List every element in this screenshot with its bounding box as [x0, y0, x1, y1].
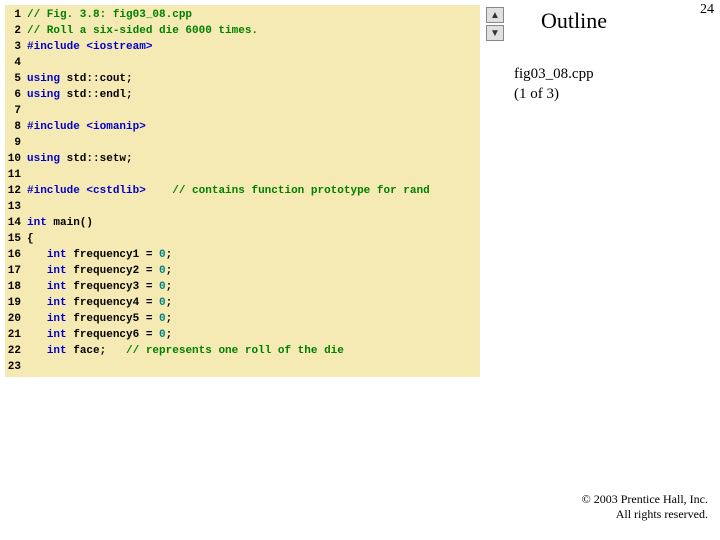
line-number: 16 — [5, 247, 27, 263]
line-number: 19 — [5, 295, 27, 311]
line-number: 6 — [5, 87, 27, 103]
code-line: 2// Roll a six-sided die 6000 times. — [5, 23, 480, 39]
copyright-line2: All rights reserved. — [616, 507, 708, 521]
code-line: 3#include <iostream> — [5, 39, 480, 55]
line-number: 14 — [5, 215, 27, 231]
code-line: 17 int frequency2 = 0; — [5, 263, 480, 279]
code-text: using std::endl; — [27, 87, 480, 103]
code-text — [27, 135, 480, 151]
code-text: // Roll a six-sided die 6000 times. — [27, 23, 480, 39]
code-text: using std::cout; — [27, 71, 480, 87]
copyright-line1: © 2003 Prentice Hall, Inc. — [582, 492, 708, 506]
code-text: // Fig. 3.8: fig03_08.cpp — [27, 7, 480, 23]
line-number: 5 — [5, 71, 27, 87]
code-line: 10using std::setw; — [5, 151, 480, 167]
line-number: 22 — [5, 343, 27, 359]
code-text — [27, 55, 480, 71]
up-arrow-button[interactable]: ▲ — [486, 7, 504, 23]
code-line: 11 — [5, 167, 480, 183]
code-text: using std::setw; — [27, 151, 480, 167]
down-arrow-button[interactable]: ▼ — [486, 25, 504, 41]
code-line: 12#include <cstdlib> // contains functio… — [5, 183, 480, 199]
code-line: 20 int frequency5 = 0; — [5, 311, 480, 327]
line-number: 12 — [5, 183, 27, 199]
line-number: 20 — [5, 311, 27, 327]
code-block: 1// Fig. 3.8: fig03_08.cpp2// Roll a six… — [5, 5, 480, 377]
line-number: 17 — [5, 263, 27, 279]
code-line: 13 — [5, 199, 480, 215]
code-text: { — [27, 231, 480, 247]
code-text: #include <iomanip> — [27, 119, 480, 135]
line-number: 23 — [5, 359, 27, 375]
code-line: 19 int frequency4 = 0; — [5, 295, 480, 311]
line-number: 18 — [5, 279, 27, 295]
line-number: 3 — [5, 39, 27, 55]
code-text — [27, 103, 480, 119]
code-text: #include <cstdlib> // contains function … — [27, 183, 480, 199]
code-text: int frequency5 = 0; — [27, 311, 480, 327]
code-line: 22 int face; // represents one roll of t… — [5, 343, 480, 359]
line-number: 7 — [5, 103, 27, 119]
line-number: 10 — [5, 151, 27, 167]
code-text: #include <iostream> — [27, 39, 480, 55]
code-line: 15{ — [5, 231, 480, 247]
code-line: 23 — [5, 359, 480, 375]
code-line: 6using std::endl; — [5, 87, 480, 103]
code-line: 18 int frequency3 = 0; — [5, 279, 480, 295]
file-name: fig03_08.cpp — [514, 66, 594, 82]
code-line: 5using std::cout; — [5, 71, 480, 87]
page-number: 24 — [700, 2, 714, 18]
line-number: 8 — [5, 119, 27, 135]
copyright: © 2003 Prentice Hall, Inc. All rights re… — [582, 492, 708, 522]
line-number: 21 — [5, 327, 27, 343]
code-line: 1// Fig. 3.8: fig03_08.cpp — [5, 7, 480, 23]
line-number: 9 — [5, 135, 27, 151]
code-line: 21 int frequency6 = 0; — [5, 327, 480, 343]
code-line: 9 — [5, 135, 480, 151]
line-number: 11 — [5, 167, 27, 183]
line-number: 15 — [5, 231, 27, 247]
code-text: int face; // represents one roll of the … — [27, 343, 480, 359]
code-line: 14int main() — [5, 215, 480, 231]
code-text: int frequency3 = 0; — [27, 279, 480, 295]
code-line: 4 — [5, 55, 480, 71]
code-text: int frequency2 = 0; — [27, 263, 480, 279]
line-number: 2 — [5, 23, 27, 39]
code-line: 8#include <iomanip> — [5, 119, 480, 135]
outline-heading: Outline — [541, 8, 607, 34]
code-text: int frequency4 = 0; — [27, 295, 480, 311]
code-text: int main() — [27, 215, 480, 231]
code-text — [27, 199, 480, 215]
line-number: 4 — [5, 55, 27, 71]
code-text: int frequency1 = 0; — [27, 247, 480, 263]
code-line: 7 — [5, 103, 480, 119]
file-label: fig03_08.cpp (1 of 3) — [514, 64, 594, 104]
code-text: int frequency6 = 0; — [27, 327, 480, 343]
line-number: 1 — [5, 7, 27, 23]
nav-arrows: ▲ ▼ — [486, 7, 506, 43]
file-part: (1 of 3) — [514, 86, 559, 102]
code-text — [27, 167, 480, 183]
code-line: 16 int frequency1 = 0; — [5, 247, 480, 263]
line-number: 13 — [5, 199, 27, 215]
code-text — [27, 359, 480, 375]
